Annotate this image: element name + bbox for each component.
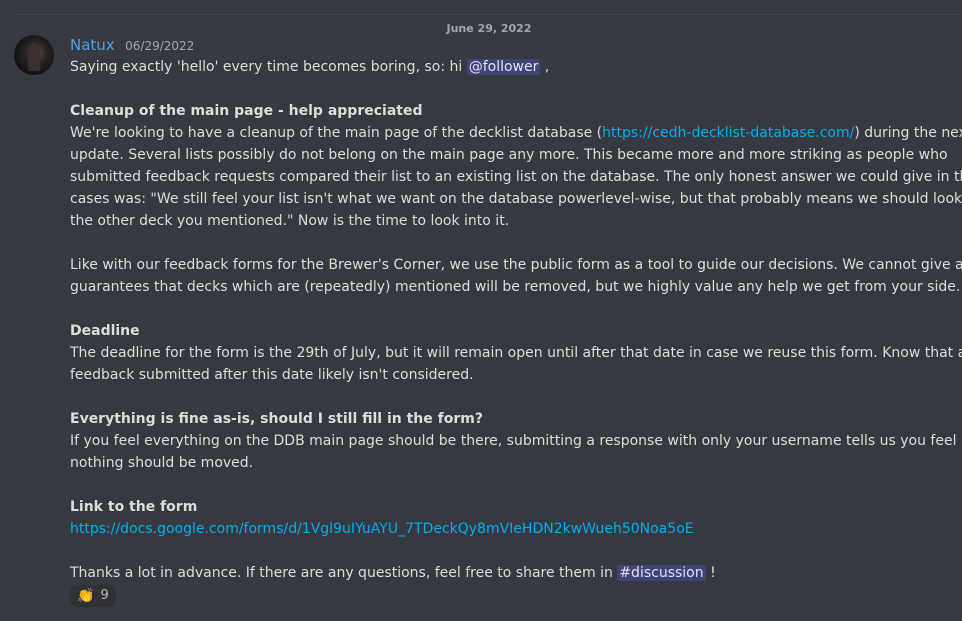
paragraph-line: We're looking to have a cleanup of the m… <box>70 122 962 144</box>
user-mention[interactable]: @follower <box>466 59 541 75</box>
section-heading-deadline: Deadline <box>70 323 140 339</box>
section-heading-fine: Everything is fine as-is, should I still… <box>70 411 483 427</box>
section-heading-link: Link to the form <box>70 499 198 515</box>
clapping-hands-icon: 👏 <box>77 588 95 604</box>
paragraph-line: the other deck you mentioned." Now is th… <box>70 213 510 229</box>
intro-line: Saying exactly 'hello' every time become… <box>70 56 950 78</box>
channel-mention[interactable]: #discussion <box>617 565 706 581</box>
section-heading-cleanup: Cleanup of the main page - help apprecia… <box>70 103 423 119</box>
paragraph-line: feedback submitted after this date likel… <box>70 367 474 383</box>
form-link-line: https://docs.google.com/forms/d/1Vgl9uIY… <box>70 518 950 540</box>
paragraph-line: submitted feedback requests compared the… <box>70 169 962 185</box>
paragraph-line: update. Several lists possibly do not be… <box>70 147 948 163</box>
form-link[interactable]: https://docs.google.com/forms/d/1Vgl9uIY… <box>70 521 694 537</box>
intro-end: , <box>540 59 550 75</box>
avatar-figure <box>28 43 40 71</box>
closing-line: Thanks a lot in advance. If there are an… <box>70 562 950 584</box>
closing-text: Thanks a lot in advance. If there are an… <box>70 565 618 581</box>
reaction-button[interactable]: 👏 9 <box>70 585 116 607</box>
closing-end: ! <box>705 565 716 581</box>
author-name[interactable]: Natux <box>70 36 115 54</box>
paragraph-line: Like with our feedback forms for the Bre… <box>70 257 962 273</box>
database-link[interactable]: https://cedh-decklist-database.com/ <box>602 125 854 141</box>
intro-text: Saying exactly 'hello' every time become… <box>70 59 467 75</box>
message-header: Natux 06/29/2022 <box>70 34 194 57</box>
paragraph-line: guarantees that decks which are (repeate… <box>70 279 961 295</box>
paragraph-text: We're looking to have a cleanup of the m… <box>70 125 603 141</box>
paragraph-text: ) during the next <box>854 125 962 141</box>
reaction-count: 9 <box>100 588 109 603</box>
date-divider: June 29, 2022 <box>16 14 962 37</box>
divider-date: June 29, 2022 <box>440 21 538 37</box>
avatar[interactable] <box>14 35 54 75</box>
paragraph-line: nothing should be moved. <box>70 455 254 471</box>
message-timestamp[interactable]: 06/29/2022 <box>125 39 194 53</box>
paragraph-line: The deadline for the form is the 29th of… <box>70 345 962 361</box>
message-content: Saying exactly 'hello' every time become… <box>70 56 962 584</box>
paragraph-line: If you feel everything on the DDB main p… <box>70 433 957 449</box>
paragraph-line: cases was: "We still feel your list isn'… <box>70 191 962 207</box>
